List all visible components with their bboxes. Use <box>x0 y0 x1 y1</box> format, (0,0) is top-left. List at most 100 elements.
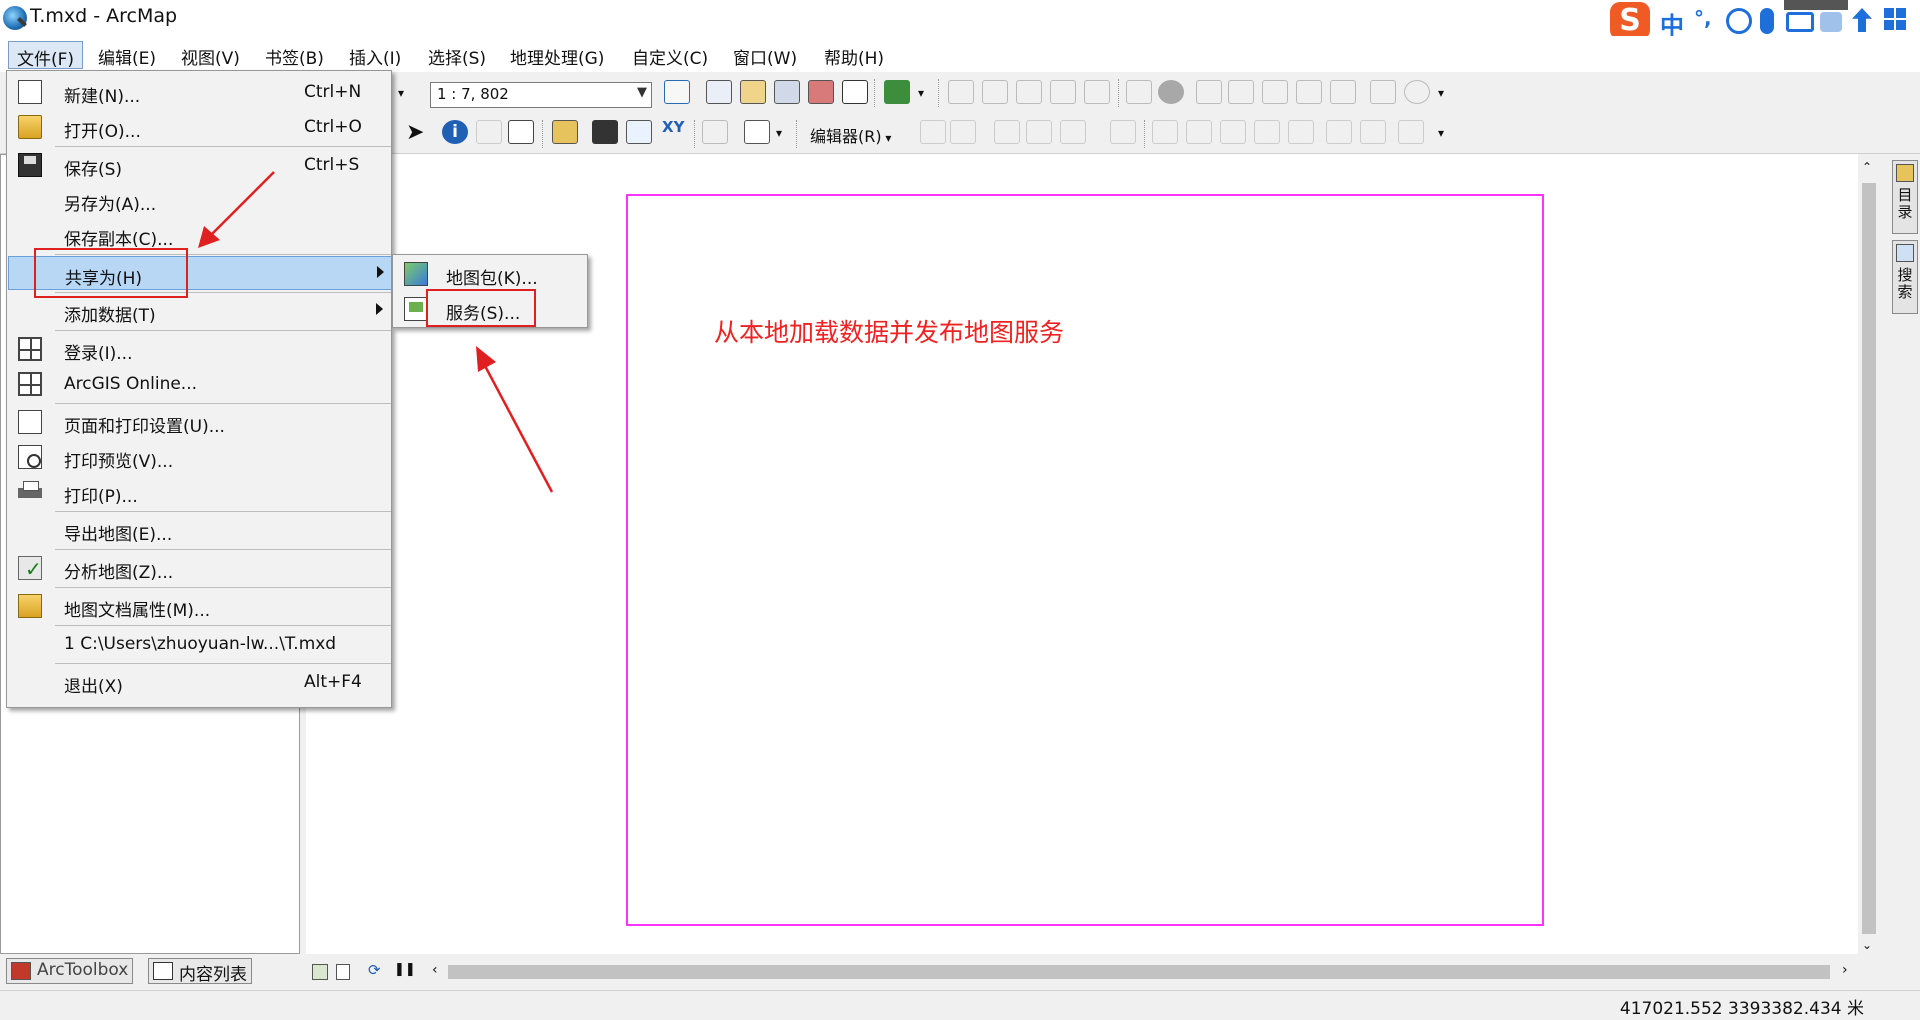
tab-arctoolbox[interactable]: ArcToolbox <box>6 958 134 984</box>
menu-item-sign-in[interactable]: 登录(I)... <box>8 332 392 366</box>
toolbar-overflow-icon[interactable]: ▾ <box>1438 126 1444 140</box>
menu-item-save[interactable]: 保存(S) Ctrl+S <box>8 148 392 182</box>
editor-toolbar-toggle-icon[interactable] <box>664 80 690 104</box>
menu-help[interactable]: 帮助(H) <box>816 41 892 69</box>
arctoolbox-window-icon[interactable] <box>808 80 834 104</box>
measure-icon[interactable] <box>552 120 578 144</box>
select-elements-arrow-icon[interactable]: ➤ <box>406 120 424 145</box>
layout-view-icon[interactable] <box>336 964 350 980</box>
attributes-icon[interactable] <box>1326 120 1352 144</box>
sogou-logo-icon[interactable]: S <box>1610 2 1650 40</box>
create-features-icon[interactable] <box>1398 120 1424 144</box>
layout-page[interactable] <box>626 194 1544 926</box>
menu-windows[interactable]: 窗口(W) <box>725 41 805 69</box>
rotate-tool-icon[interactable] <box>1084 80 1110 104</box>
attributes-icon[interactable] <box>1296 80 1322 104</box>
cut-polygons-icon[interactable] <box>1016 80 1042 104</box>
ime-toolbox-icon[interactable] <box>1884 8 1906 30</box>
chevron-down-icon[interactable]: ▼ <box>637 85 647 100</box>
toolbar-overflow-icon[interactable]: ▾ <box>918 86 924 100</box>
menu-item-page-setup[interactable]: 页面和打印设置(U)... <box>8 405 392 439</box>
dock-tab-search[interactable]: 搜索 <box>1892 240 1918 314</box>
sketch-properties-icon[interactable] <box>1360 120 1386 144</box>
menu-item-analyze-map[interactable]: 分析地图(Z)... <box>8 551 392 585</box>
menu-item-map-package[interactable]: 地图包(K)... <box>394 257 588 291</box>
microphone-icon[interactable] <box>1760 8 1774 34</box>
menu-item-arcgis-online[interactable]: ArcGIS Online... <box>8 367 392 401</box>
menu-edit[interactable]: 编辑(E) <box>90 41 164 69</box>
menu-customize[interactable]: 自定义(C) <box>624 41 716 69</box>
menu-item-save-as[interactable]: 另存为(A)... <box>8 183 392 217</box>
table-of-contents-window-icon[interactable] <box>706 80 732 104</box>
refresh-icon[interactable]: ⟳ <box>368 961 381 979</box>
search-window-icon[interactable] <box>774 80 800 104</box>
topology-icon[interactable] <box>1196 80 1222 104</box>
menu-view[interactable]: 视图(V) <box>173 41 248 69</box>
circle-tool-icon[interactable] <box>1404 80 1430 104</box>
horizontal-scrollbar-thumb[interactable] <box>448 965 1830 979</box>
menu-file[interactable]: 文件(F) <box>8 41 84 70</box>
menu-item-document-properties[interactable]: 地图文档属性(M)... <box>8 589 392 623</box>
point-icon[interactable] <box>1110 120 1136 144</box>
toolbar-overflow-icon[interactable]: ▾ <box>1438 86 1444 100</box>
menu-item-exit[interactable]: 退出(X) Alt+F4 <box>8 665 392 699</box>
menu-insert[interactable]: 插入(I) <box>341 41 409 69</box>
scroll-up-icon[interactable]: ⌃ <box>1862 160 1872 174</box>
globe-icon[interactable] <box>1158 80 1184 104</box>
map-scale-combobox[interactable]: 1 : 7, 802 ▼ <box>430 82 652 108</box>
edit-annotation-icon[interactable] <box>950 120 976 144</box>
cut-polygons-icon[interactable] <box>1220 120 1246 144</box>
dock-tab-catalog[interactable]: 目录 <box>1892 160 1918 234</box>
scroll-down-icon[interactable]: ⌄ <box>1862 938 1872 952</box>
ime-punctuation-toggle[interactable]: °, <box>1694 6 1712 30</box>
georef-icon[interactable] <box>1370 80 1396 104</box>
html-popup-icon[interactable] <box>508 120 534 144</box>
menu-bookmarks[interactable]: 书签(B) <box>257 41 332 69</box>
reshape-feature-icon[interactable] <box>1186 120 1212 144</box>
reshape-feature-icon[interactable] <box>982 80 1008 104</box>
ime-upload-icon[interactable] <box>1852 8 1872 32</box>
menu-item-new[interactable]: 新建(N)... Ctrl+N <box>8 75 392 109</box>
menu-select[interactable]: 选择(S) <box>420 41 494 69</box>
merge-icon[interactable] <box>1228 80 1254 104</box>
vertical-scrollbar-thumb[interactable] <box>1862 183 1876 934</box>
create-viewer-window-icon[interactable] <box>744 120 770 144</box>
edit-vertices-icon[interactable] <box>1152 120 1178 144</box>
tab-table-of-contents[interactable]: 内容列表 <box>148 958 252 985</box>
editor-menu-button[interactable]: 编辑器(R) ▾ <box>810 123 891 147</box>
union-icon[interactable] <box>1262 80 1288 104</box>
find-binoculars-icon[interactable] <box>592 120 618 144</box>
table-icon[interactable] <box>1330 80 1356 104</box>
data-view-icon[interactable] <box>312 964 328 980</box>
menu-item-recent-file[interactable]: 1 C:\Users\zhuoyuan-lw...\T.mxd <box>8 627 392 661</box>
identify-icon[interactable]: i <box>442 120 468 144</box>
menu-item-open[interactable]: 打开(O)... Ctrl+O <box>8 110 392 144</box>
menu-geoprocessing[interactable]: 地理处理(G) <box>502 41 612 69</box>
catalog-window-icon[interactable] <box>740 80 766 104</box>
menu-item-add-data[interactable]: 添加数据(T) <box>8 294 392 328</box>
menu-item-save-copy[interactable]: 保存副本(C)... <box>8 218 392 252</box>
model-builder-icon[interactable] <box>884 80 910 104</box>
scroll-left-icon[interactable]: ‹ <box>432 962 438 978</box>
trace-icon[interactable] <box>1060 120 1086 144</box>
add-data-dropdown-icon[interactable]: ▾ <box>398 86 404 100</box>
split-tool-icon[interactable] <box>1050 80 1076 104</box>
menu-item-print-preview[interactable]: 打印预览(V)... <box>8 440 392 474</box>
scroll-right-icon[interactable]: › <box>1842 962 1848 978</box>
menu-item-export-map[interactable]: 导出地图(E)... <box>8 513 392 547</box>
end-point-arc-icon[interactable] <box>1026 120 1052 144</box>
pause-drawing-icon[interactable]: ❚❚ <box>394 962 416 977</box>
find-route-icon[interactable] <box>626 120 652 144</box>
go-to-xy-icon[interactable]: XY <box>662 118 684 136</box>
keyboard-icon[interactable] <box>1786 12 1814 32</box>
time-slider-icon[interactable] <box>702 120 728 144</box>
edit-vertices-icon[interactable] <box>948 80 974 104</box>
hyperlink-icon[interactable] <box>476 120 502 144</box>
straight-segment-icon[interactable] <box>994 120 1020 144</box>
ime-skin-icon[interactable] <box>1820 12 1842 32</box>
emoji-icon[interactable] <box>1726 8 1752 34</box>
sketch-tool-icon[interactable] <box>1126 80 1152 104</box>
menu-item-print[interactable]: 打印(P)... <box>8 475 392 509</box>
split-tool-icon[interactable] <box>1254 120 1280 144</box>
edit-tool-icon[interactable] <box>920 120 946 144</box>
